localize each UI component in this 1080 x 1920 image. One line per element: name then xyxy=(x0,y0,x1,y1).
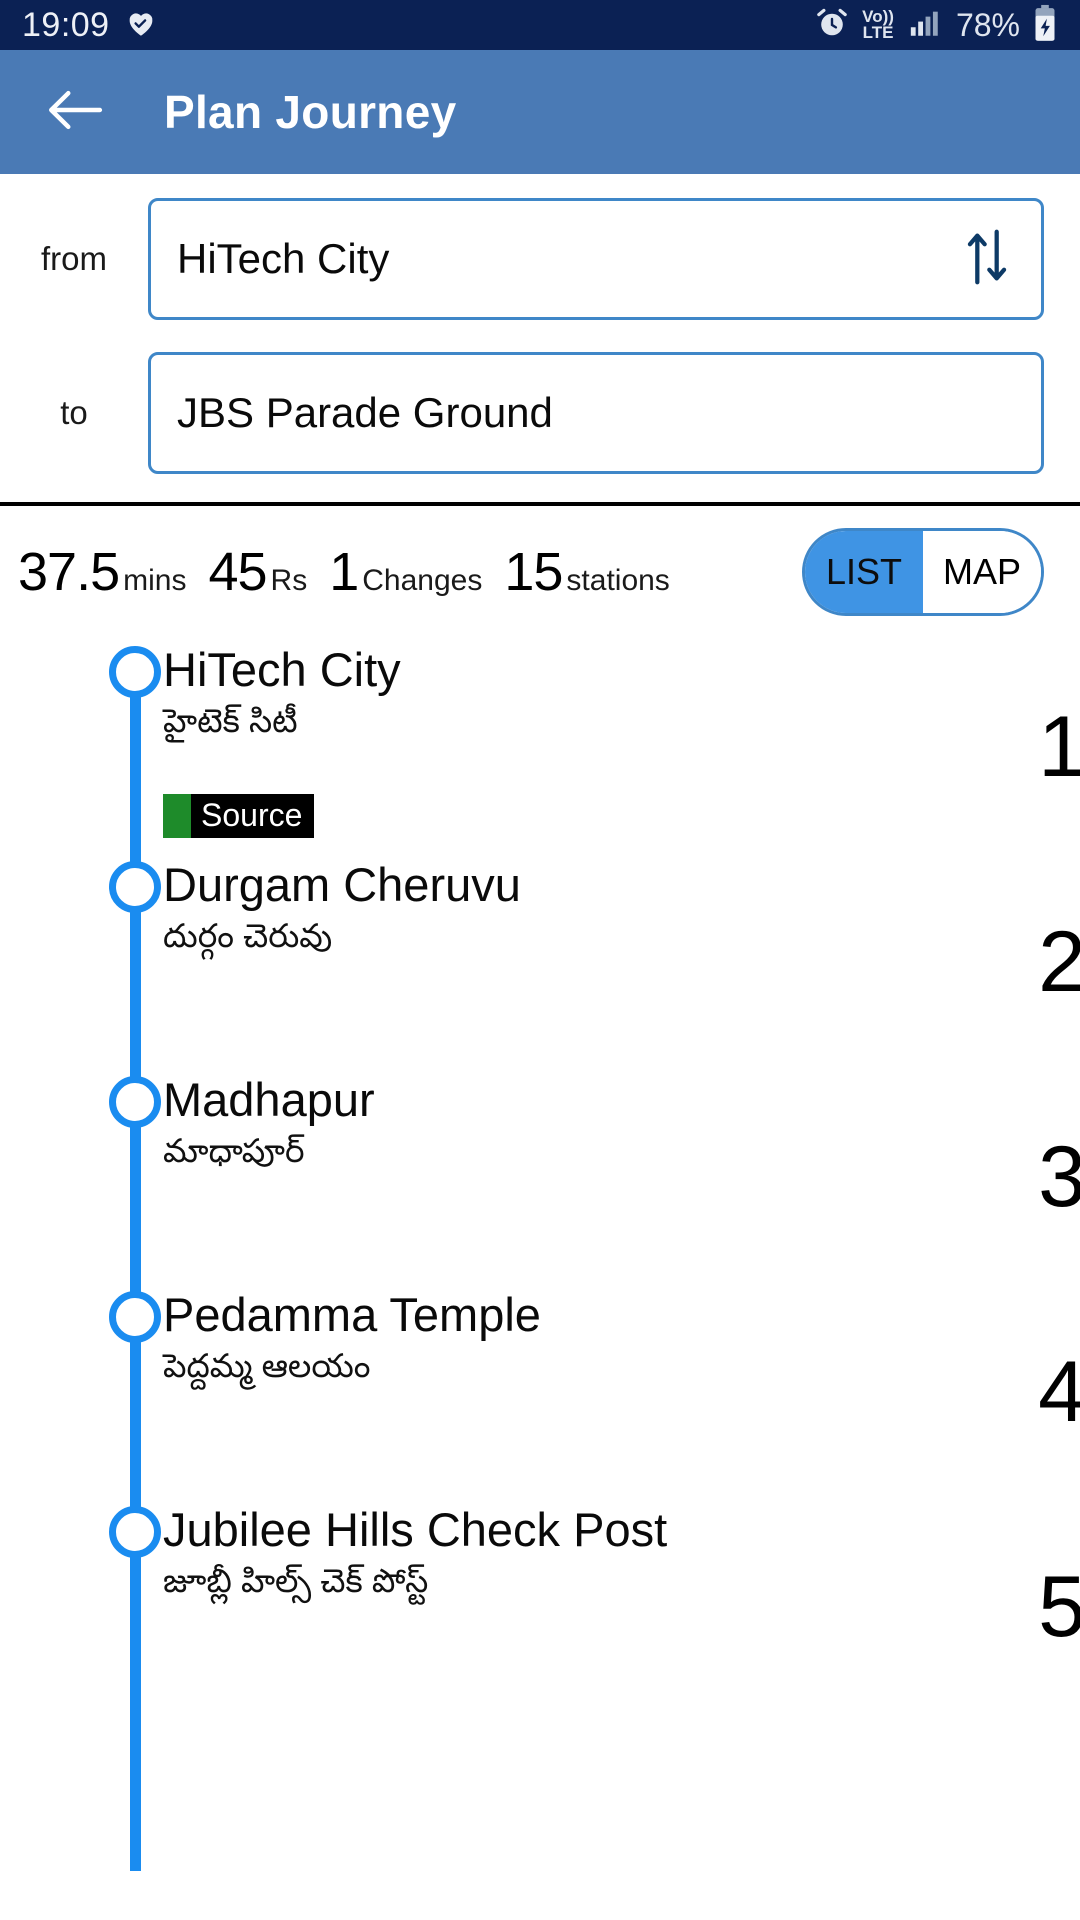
heart-icon xyxy=(124,6,158,45)
station-name: Durgam Cheruvu xyxy=(163,858,521,911)
list-item[interactable]: HiTech City హైటెక్ సిటీ Source 1 xyxy=(0,646,1080,843)
back-button[interactable] xyxy=(44,81,106,143)
tab-map[interactable]: MAP xyxy=(923,531,1041,613)
signal-bars-icon xyxy=(906,6,944,45)
route-station-list[interactable]: HiTech City హైటెక్ సిటీ Source 1 Durgam … xyxy=(0,626,1080,1871)
from-label: from xyxy=(41,240,107,277)
station-sequence-number: 3 xyxy=(1038,1129,1080,1225)
stat-stations: 15 stations xyxy=(504,541,669,603)
stat-mins-value: 37.5 xyxy=(18,542,120,602)
volte-line2: LTE xyxy=(862,23,894,42)
page-title: Plan Journey xyxy=(164,86,457,138)
stat-fare-value: 45 xyxy=(208,542,267,602)
stat-mins: 37.5 mins xyxy=(18,541,186,603)
station-text: Jubilee Hills Check Post జూబ్లీ హిల్స్ చ… xyxy=(163,1506,1080,1608)
status-bar: 19:09 Vo)) LTE 78% xyxy=(0,0,1080,50)
station-local-name: మాధాపూర్ xyxy=(163,1131,305,1169)
from-row: from HiTech City xyxy=(0,198,1080,320)
station-text: Madhapur మాధాపూర్ xyxy=(163,1076,1080,1178)
view-mode-toggle: LIST MAP xyxy=(802,528,1044,616)
station-sequence-number: 2 xyxy=(1038,914,1080,1010)
station-local-name: హైటెక్ సిటీ xyxy=(163,701,298,739)
stat-fare: 45 Rs xyxy=(208,541,307,603)
station-dot-icon xyxy=(109,646,161,698)
station-text: Durgam Cheruvu దుర్గం చెరువు xyxy=(163,861,1080,963)
station-dot-icon xyxy=(109,1506,161,1558)
station-sequence-number: 4 xyxy=(1038,1344,1080,1440)
journey-stats: 37.5 mins 45 Rs 1 Changes 15 stations xyxy=(18,541,802,603)
to-label: to xyxy=(60,394,88,431)
status-clock: 19:09 xyxy=(22,5,110,44)
swap-stations-button[interactable] xyxy=(959,225,1015,293)
station-local-name: జూబ్లీ హిల్స్ చెక్ పోస్ట్ xyxy=(163,1561,429,1599)
station-text: Pedamma Temple పెద్దమ్మ ఆలయం xyxy=(163,1291,1080,1393)
tab-list[interactable]: LIST xyxy=(805,531,923,613)
from-value: HiTech City xyxy=(177,235,390,282)
station-dot-icon xyxy=(109,1076,161,1128)
stat-changes-value: 1 xyxy=(329,542,359,602)
volte-icon: Vo)) LTE xyxy=(862,8,894,42)
badge-label: Source xyxy=(201,797,303,834)
stat-changes: 1 Changes xyxy=(329,541,482,603)
to-value: JBS Parade Ground xyxy=(177,389,553,436)
swap-vertical-icon xyxy=(963,226,1011,293)
stat-stations-unit: stations xyxy=(566,564,670,597)
stat-mins-unit: mins xyxy=(123,564,187,597)
station-sequence-number: 5 xyxy=(1038,1559,1080,1655)
list-item[interactable]: Durgam Cheruvu దుర్గం చెరువు 2 xyxy=(0,861,1080,1005)
station-name: Madhapur xyxy=(163,1073,375,1126)
journey-search-panel: from HiTech City to JBS Parade Ground xyxy=(0,174,1080,506)
battery-charging-icon xyxy=(1032,4,1058,47)
status-badge: Source xyxy=(163,793,315,838)
station-name: Pedamma Temple xyxy=(163,1288,541,1341)
app-bar: Plan Journey xyxy=(0,50,1080,174)
status-bar-right: Vo)) LTE 78% xyxy=(814,4,1058,47)
list-item[interactable]: Pedamma Temple పెద్దమ్మ ఆలయం 4 xyxy=(0,1291,1080,1435)
station-name: Jubilee Hills Check Post xyxy=(163,1503,668,1556)
stat-fare-unit: Rs xyxy=(270,564,308,597)
from-field[interactable]: HiTech City xyxy=(148,198,1044,320)
list-item[interactable]: Jubilee Hills Check Post జూబ్లీ హిల్స్ చ… xyxy=(0,1506,1080,1650)
battery-percent-label: 78% xyxy=(955,6,1020,43)
list-item[interactable]: Madhapur మాధాపూర్ 3 xyxy=(0,1076,1080,1220)
back-arrow-icon xyxy=(46,87,104,138)
alarm-clock-icon xyxy=(814,5,850,46)
station-name: HiTech City xyxy=(163,643,401,696)
to-row: to JBS Parade Ground xyxy=(0,352,1080,474)
to-field[interactable]: JBS Parade Ground xyxy=(148,352,1044,474)
station-local-name: పెద్దమ్మ ఆలయం xyxy=(163,1346,371,1384)
station-sequence-number: 1 xyxy=(1038,699,1080,795)
stat-stations-value: 15 xyxy=(504,542,563,602)
stat-changes-unit: Changes xyxy=(362,564,483,597)
station-dot-icon xyxy=(109,1291,161,1343)
status-bar-left: 19:09 xyxy=(22,6,158,45)
journey-summary-row: 37.5 mins 45 Rs 1 Changes 15 stations LI… xyxy=(0,506,1080,626)
badge-color-swatch xyxy=(163,793,191,838)
station-text: HiTech City హైటెక్ సిటీ xyxy=(163,646,1080,748)
station-local-name: దుర్గం చెరువు xyxy=(163,916,333,954)
station-dot-icon xyxy=(109,861,161,913)
